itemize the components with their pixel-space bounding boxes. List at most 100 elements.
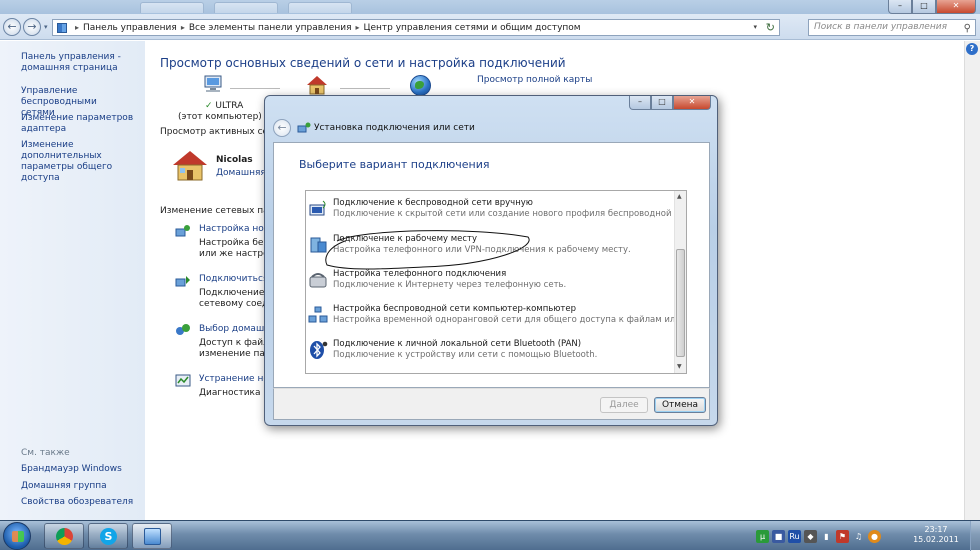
setup-connection-dialog: – □ ✕ ← Установка подключения или сети В… <box>264 95 718 426</box>
breadcrumb-chevron-icon[interactable]: ▸ <box>181 23 185 32</box>
signal-strength-icon[interactable]: ▮ <box>820 530 833 543</box>
taskbar-explorer-button[interactable] <box>132 523 172 549</box>
home-network-icon <box>173 151 207 181</box>
scroll-down-icon[interactable]: ▼ <box>677 363 682 370</box>
option-description: Подключение к скрытой сети или создание … <box>333 209 687 219</box>
breadcrumb-network-center[interactable]: Центр управления сетями и общим доступом <box>364 23 581 33</box>
full-map-link[interactable]: Просмотр полной карты <box>477 75 592 85</box>
dialog-body: Выберите вариант подключения Подключение… <box>273 142 710 388</box>
search-icon[interactable]: ⚲ <box>964 21 971 36</box>
address-dropdown-icon[interactable]: ▾ <box>753 23 757 31</box>
system-tray: µ ■ Ru ◆ ▮ ⚑ ♫ ● <box>756 523 881 549</box>
network-map-connector <box>340 88 390 89</box>
chrome-icon <box>56 528 73 545</box>
tray-app-icon[interactable]: ■ <box>772 529 785 543</box>
dialog-window-controls: – □ ✕ <box>629 96 711 110</box>
breadcrumb-all-items[interactable]: Все элементы панели управления <box>189 23 352 33</box>
sidebar-item-label: Изменение дополнительных <box>21 140 102 161</box>
list-item[interactable]: Подключение к беспроводной сети вручную … <box>306 194 686 228</box>
connect-network-icon <box>175 276 190 287</box>
arrow-right-icon: → <box>27 20 37 33</box>
sidebar-item-sharing-settings[interactable]: Изменение дополнительных параметры общег… <box>21 140 141 184</box>
arrow-left-icon: ← <box>277 121 287 134</box>
dialog-header: ← Установка подключения или сети <box>273 118 475 138</box>
list-item[interactable]: Подключение к личной локальной сети Blue… <box>306 335 674 369</box>
close-button[interactable]: ✕ <box>936 0 976 14</box>
sidebar-item-label: Управление беспроводными <box>21 86 97 107</box>
dialog-maximize-button[interactable]: □ <box>651 96 673 110</box>
breadcrumb-chevron-icon[interactable]: ▸ <box>355 23 359 32</box>
forward-button[interactable]: → <box>23 18 41 36</box>
volume-icon[interactable]: ♫ <box>852 530 865 543</box>
computer-name-text: ULTRA <box>215 101 244 111</box>
scrollbar-thumb[interactable] <box>676 249 685 357</box>
dialog-heading: Выберите вариант подключения <box>299 158 490 171</box>
background-tabs <box>140 0 352 14</box>
network-name: Nicolas <box>216 155 253 165</box>
next-button[interactable]: Далее <box>600 397 648 413</box>
workplace-icon <box>310 237 327 253</box>
sidebar-item-label: параметры общего доступа <box>21 162 113 183</box>
start-button[interactable] <box>3 522 31 550</box>
clock[interactable]: 23:17 15.02.2011 <box>912 525 960 545</box>
internet-globe-icon <box>410 75 431 96</box>
minimize-button[interactable]: – <box>888 0 912 14</box>
background-tab <box>214 2 278 13</box>
history-dropdown-icon[interactable]: ▾ <box>44 23 48 31</box>
tray-app-icon[interactable]: ● <box>868 529 881 543</box>
dialog-footer: Далее Отмена <box>273 388 710 420</box>
maximize-button[interactable]: □ <box>912 0 936 14</box>
sidebar-item-home[interactable]: Панель управления - домашняя страница <box>21 52 141 74</box>
window-controls: – □ ✕ <box>888 0 976 14</box>
help-icon[interactable]: ? <box>966 43 978 55</box>
sidebar-item-adapter-settings[interactable]: Изменение параметров адаптера <box>21 113 141 135</box>
option-title: Подключение к личной локальной сети Blue… <box>333 339 582 349</box>
show-desktop-button[interactable] <box>970 521 980 551</box>
clock-time: 23:17 <box>924 525 948 534</box>
sidebar-item-firewall[interactable]: Брандмауэр Windows <box>21 464 141 475</box>
dialup-phone-icon <box>309 273 327 288</box>
dialog-title: Установка подключения или сети <box>314 123 475 133</box>
search-input[interactable]: Поиск в панели управления ⚲ <box>808 19 976 36</box>
option-description: Настройка временной одноранговой сети дл… <box>333 315 687 325</box>
list-item[interactable]: Настройка беспроводной сети компьютер-ко… <box>306 300 686 334</box>
sidebar-item-homegroup[interactable]: Домашняя группа <box>21 481 141 492</box>
skype-icon: S <box>100 528 117 545</box>
breadcrumb-control-panel[interactable]: Панель управления <box>83 23 177 33</box>
dialog-back-button[interactable]: ← <box>273 119 291 137</box>
computer-subtitle: (этот компьютер) <box>178 112 262 122</box>
dialog-minimize-button[interactable]: – <box>629 96 651 110</box>
options-scrollbar[interactable]: ▲ ▼ <box>674 191 686 373</box>
sidebar-item-internet-options[interactable]: Свойства обозревателя <box>21 497 141 508</box>
list-item[interactable]: Настройка телефонного подключения Подклю… <box>306 265 674 299</box>
language-indicator[interactable]: Ru <box>788 529 801 543</box>
computer-name: ✓ ULTRA <box>205 101 243 111</box>
list-item[interactable]: Подключение к рабочему месту Настройка т… <box>306 230 674 264</box>
bluetooth-icon <box>310 341 328 359</box>
option-title: Подключение к рабочему месту <box>333 234 478 244</box>
active-networks-heading: Просмотр активных сете <box>160 127 279 137</box>
cancel-button[interactable]: Отмена <box>654 397 706 413</box>
option-title: Настройка беспроводной сети компьютер-ко… <box>333 304 576 314</box>
network-tick-icon: ✓ <box>205 101 213 111</box>
address-bar[interactable]: ▸ Панель управления ▸ Все элементы панел… <box>52 19 780 36</box>
utorrent-icon[interactable]: µ <box>756 529 769 543</box>
refresh-icon[interactable]: ↻ <box>766 21 775 34</box>
language-label: Ru <box>789 531 800 541</box>
see-also-heading: См. также <box>21 448 70 458</box>
scroll-up-icon[interactable]: ▲ <box>677 193 682 200</box>
breadcrumb-chevron-icon[interactable]: ▸ <box>75 23 79 32</box>
sidebar-item-label: домашняя страница <box>21 63 118 73</box>
taskbar-skype-button[interactable]: S <box>88 523 128 549</box>
option-title: Настройка телефонного подключения <box>333 269 507 279</box>
window-scrollbar[interactable] <box>964 41 980 520</box>
new-connection-icon <box>175 225 190 237</box>
taskbar: S µ ■ Ru ◆ ▮ ⚑ ♫ ● 23:17 15.02.2011 <box>0 520 980 551</box>
tray-flag-icon[interactable]: ⚑ <box>836 529 849 543</box>
arrow-left-icon: ← <box>7 20 17 33</box>
taskbar-chrome-button[interactable] <box>44 523 84 549</box>
homegroup-icon <box>176 324 190 335</box>
tray-app-icon[interactable]: ◆ <box>804 529 817 543</box>
back-button[interactable]: ← <box>3 18 21 36</box>
dialog-close-button[interactable]: ✕ <box>673 96 711 110</box>
